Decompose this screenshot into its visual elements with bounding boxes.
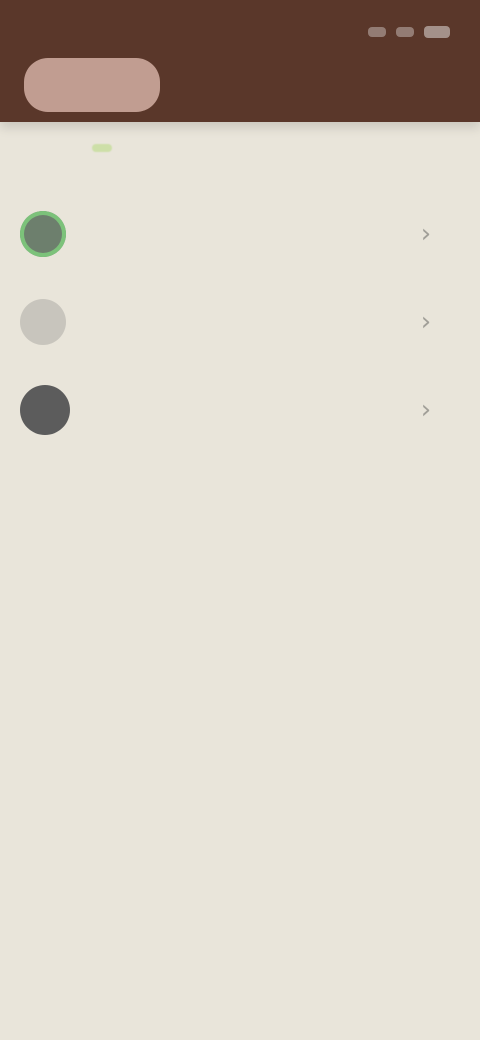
avatar <box>20 211 66 257</box>
battery-icon <box>424 26 450 38</box>
signal-icon <box>368 27 386 37</box>
avatar <box>20 299 66 345</box>
status-bar <box>0 0 480 56</box>
wifi-icon <box>396 27 414 37</box>
list-item[interactable]: › <box>0 366 480 454</box>
app-root: › › › <box>0 0 480 1040</box>
avatar <box>20 385 70 435</box>
list-item[interactable]: › <box>0 278 480 366</box>
status-icons <box>368 20 450 44</box>
chevron-right-icon[interactable]: › <box>412 219 440 249</box>
list: › › › <box>0 190 480 454</box>
filter-tag[interactable] <box>92 144 112 152</box>
chevron-right-icon[interactable]: › <box>412 395 440 425</box>
list-item[interactable]: › <box>0 190 480 278</box>
chevron-right-icon[interactable]: › <box>412 307 440 337</box>
header <box>0 0 480 122</box>
header-pill-button[interactable] <box>24 58 160 112</box>
